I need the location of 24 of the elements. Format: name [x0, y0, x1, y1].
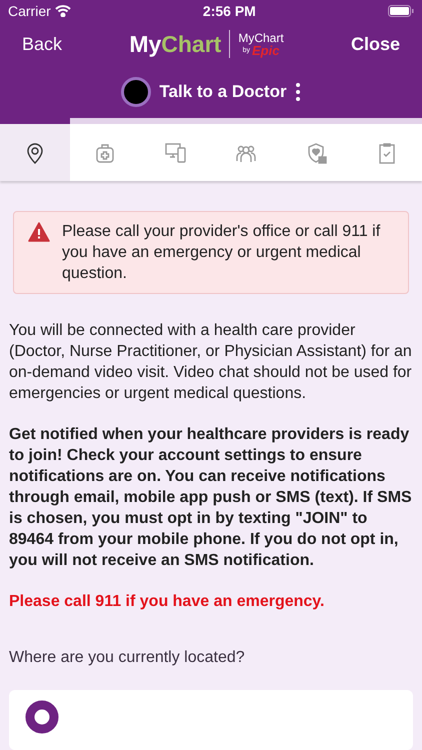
step-tab[interactable] — [352, 124, 422, 181]
more-options-icon[interactable] — [294, 82, 301, 102]
info-paragraph: Get notified when your healthcare providers is ready to join! Check your account settings to ensure notifications are on. You can receive notifications through email, mobile app push or SMS (text). If SMS is chosen, you must opt in by texting "JOIN" to 89464 from your mobile phone. If you do not opt in, you will not receive an SMS notification. — [9, 425, 413, 571]
battery-icon — [388, 5, 414, 17]
wifi-icon — [54, 5, 71, 17]
step-tab[interactable] — [70, 124, 141, 181]
alert-text: Please call your provider's office or call 911 if you have an emergency or urgent medical question. — [62, 222, 382, 284]
avatar — [121, 77, 152, 107]
info-paragraph: You will be connected with a health care provider (Doctor, Nurse Practitioner, or Physician Assistant) for an on-demand video visit. Video chat should not be used for emergencies or urgent medical questions. — [9, 321, 413, 404]
epic-logo: Epic — [252, 44, 280, 56]
devices-icon — [164, 140, 188, 165]
warning-icon — [28, 222, 50, 242]
mychart-logo: MyChart — [129, 30, 222, 59]
mychart-small-logo: MyChart — [238, 32, 284, 44]
step-tab[interactable] — [0, 124, 70, 181]
close-button[interactable]: Close — [350, 30, 400, 58]
page-title: Talk to a Doctor — [159, 81, 287, 104]
status-time: 2:56 PM — [202, 2, 256, 20]
emergency-warning: Please call 911 if you have an emergency. — [9, 592, 326, 612]
location-card[interactable] — [9, 690, 413, 750]
location-question: Where are you currently located? — [9, 648, 246, 668]
location-pin-icon — [25, 700, 59, 734]
carrier-label: Carrier — [8, 2, 51, 20]
back-button[interactable]: Back — [22, 30, 62, 58]
